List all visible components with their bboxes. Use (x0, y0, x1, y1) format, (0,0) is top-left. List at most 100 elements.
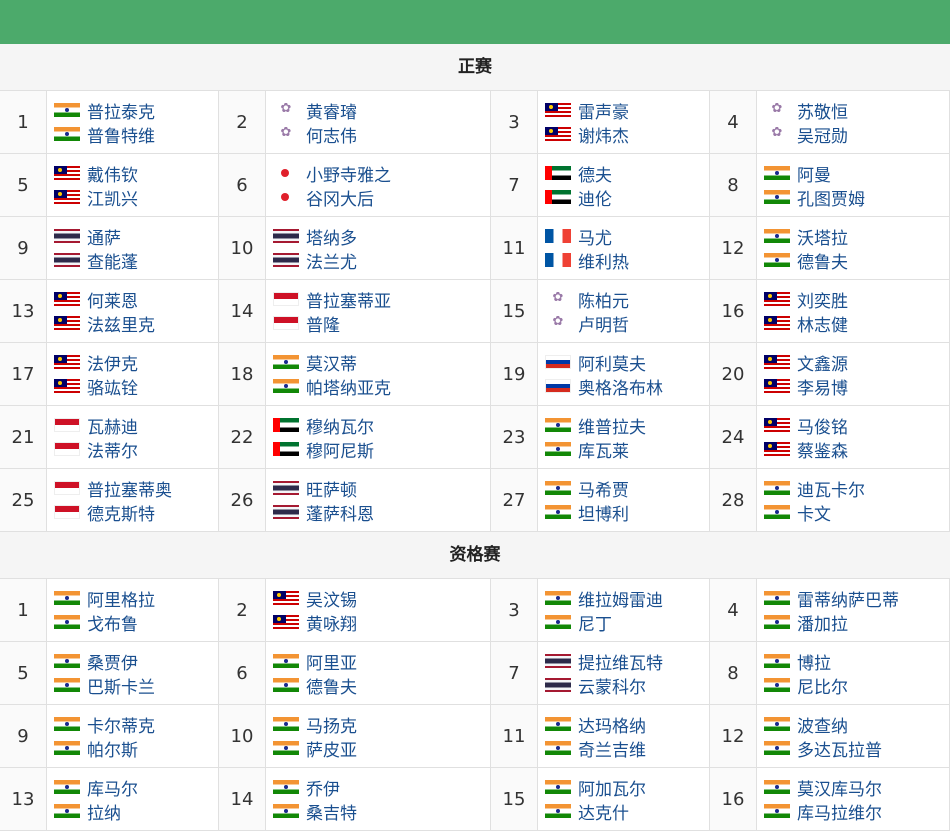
player-name[interactable]: 谢炜杰 (578, 122, 629, 147)
player-name[interactable]: 维利热 (578, 248, 629, 273)
player-name[interactable]: 陈柏元 (578, 287, 629, 312)
player-name[interactable]: 林志健 (797, 311, 848, 336)
seed-number: 19 (491, 343, 538, 406)
player-name[interactable]: 苏敬恒 (797, 98, 848, 123)
player-name[interactable]: 普拉泰克 (87, 98, 155, 123)
player-name[interactable]: 桑吉特 (306, 799, 357, 824)
player-row: 林志健 (764, 311, 949, 336)
player-name[interactable]: 库马尔 (87, 775, 138, 800)
player-name[interactable]: 普鲁特维 (87, 122, 155, 147)
player-name[interactable]: 卡文 (797, 500, 831, 525)
player-name[interactable]: 阿里格拉 (87, 586, 155, 611)
player-name[interactable]: 多达瓦拉普 (797, 736, 882, 761)
player-name[interactable]: 迪瓦卡尔 (797, 476, 865, 501)
player-name[interactable]: 雷蒂纳萨巴蒂 (797, 586, 899, 611)
player-name[interactable]: 通萨 (87, 224, 121, 249)
player-name[interactable]: 帕尔斯 (87, 736, 138, 761)
player-name[interactable]: 旺萨顿 (306, 476, 357, 501)
player-name[interactable]: 吴冠勋 (797, 122, 848, 147)
player-name[interactable]: 奥格洛布林 (578, 374, 663, 399)
player-name[interactable]: 普拉塞蒂奥 (87, 476, 172, 501)
player-name[interactable]: 乔伊 (306, 775, 340, 800)
player-name[interactable]: 达玛格纳 (578, 712, 646, 737)
player-row: 小野寺雅之 (273, 161, 490, 186)
player-name[interactable]: 阿里亚 (306, 649, 357, 674)
player-name[interactable]: 沃塔拉 (797, 224, 848, 249)
player-name[interactable]: 李易博 (797, 374, 848, 399)
player-name[interactable]: 孔图贾姆 (797, 185, 865, 210)
player-name[interactable]: 小野寺雅之 (306, 161, 391, 186)
player-name[interactable]: 维普拉夫 (578, 413, 646, 438)
player-name[interactable]: 塔纳多 (306, 224, 357, 249)
player-name[interactable]: 谷冈大后 (306, 185, 374, 210)
player-name[interactable]: 尼丁 (578, 610, 612, 635)
player-name[interactable]: 刘奕胜 (797, 287, 848, 312)
player-name[interactable]: 马扬克 (306, 712, 357, 737)
player-name[interactable]: 黄咏翔 (306, 610, 357, 635)
player-name[interactable]: 尼比尔 (797, 673, 848, 698)
player-name[interactable]: 莫汉蒂 (306, 350, 357, 375)
player-name[interactable]: 戈布鲁 (87, 610, 138, 635)
doubles-pair: 沃塔拉 德鲁夫 (757, 217, 950, 280)
player-name[interactable]: 卢明哲 (578, 311, 629, 336)
player-row: 骆竑铨 (54, 374, 218, 399)
player-name[interactable]: 法兰尤 (306, 248, 357, 273)
player-name[interactable]: 巴斯卡兰 (87, 673, 155, 698)
player-name[interactable]: 桑贾伊 (87, 649, 138, 674)
player-name[interactable]: 阿加瓦尔 (578, 775, 646, 800)
player-row: 拉纳 (54, 799, 218, 824)
player-name[interactable]: 马尤 (578, 224, 612, 249)
player-name[interactable]: 阿曼 (797, 161, 831, 186)
player-name[interactable]: 潘加拉 (797, 610, 848, 635)
player-name[interactable]: 帕塔纳亚克 (306, 374, 391, 399)
player-name[interactable]: 黄睿璿 (306, 98, 357, 123)
player-name[interactable]: 戴伟钦 (87, 161, 138, 186)
player-name[interactable]: 马俊铭 (797, 413, 848, 438)
player-name[interactable]: 法兹里克 (87, 311, 155, 336)
seed-number: 6 (219, 642, 266, 705)
player-name[interactable]: 江凯兴 (87, 185, 138, 210)
player-name[interactable]: 何志伟 (306, 122, 357, 147)
player-name[interactable]: 查能蓬 (87, 248, 138, 273)
player-row: 波查纳 (764, 712, 949, 737)
player-name[interactable]: 坦博利 (578, 500, 629, 525)
india-flag-icon (545, 780, 571, 794)
player-name[interactable]: 奇兰吉维 (578, 736, 646, 761)
player-name[interactable]: 云蒙科尔 (578, 673, 646, 698)
player-name[interactable]: 阿利莫夫 (578, 350, 646, 375)
seed-number: 7 (491, 642, 538, 705)
player-name[interactable]: 普隆 (306, 311, 340, 336)
player-name[interactable]: 普拉塞蒂亚 (306, 287, 391, 312)
player-name[interactable]: 德鲁夫 (797, 248, 848, 273)
player-name[interactable]: 吴汶锡 (306, 586, 357, 611)
player-name[interactable]: 蓬萨科恩 (306, 500, 374, 525)
player-name[interactable]: 萨皮亚 (306, 736, 357, 761)
player-name[interactable]: 迪伦 (578, 185, 612, 210)
player-name[interactable]: 德鲁夫 (306, 673, 357, 698)
player-name[interactable]: 骆竑铨 (87, 374, 138, 399)
player-name[interactable]: 何莱恩 (87, 287, 138, 312)
player-name[interactable]: 卡尔蒂克 (87, 712, 155, 737)
player-name[interactable]: 雷声豪 (578, 98, 629, 123)
player-name[interactable]: 维拉姆雷迪 (578, 586, 663, 611)
player-name[interactable]: 达克什 (578, 799, 629, 824)
player-name[interactable]: 德克斯特 (87, 500, 155, 525)
player-name[interactable]: 拉纳 (87, 799, 121, 824)
player-name[interactable]: 提拉维瓦特 (578, 649, 663, 674)
player-name[interactable]: 蔡鉴森 (797, 437, 848, 462)
player-name[interactable]: 瓦赫迪 (87, 413, 138, 438)
seed-number: 10 (219, 217, 266, 280)
player-name[interactable]: 法伊克 (87, 350, 138, 375)
player-name[interactable]: 法蒂尔 (87, 437, 138, 462)
player-name[interactable]: 博拉 (797, 649, 831, 674)
player-name[interactable]: 穆纳瓦尔 (306, 413, 374, 438)
player-name[interactable]: 德夫 (578, 161, 612, 186)
player-name[interactable]: 文鑫源 (797, 350, 848, 375)
player-name[interactable]: 库马拉维尔 (797, 799, 882, 824)
player-name[interactable]: 马希贾 (578, 476, 629, 501)
player-name[interactable]: 波查纳 (797, 712, 848, 737)
player-name[interactable]: 库瓦莱 (578, 437, 629, 462)
india-flag-icon (764, 505, 790, 519)
player-name[interactable]: 穆阿尼斯 (306, 437, 374, 462)
player-name[interactable]: 莫汉库马尔 (797, 775, 882, 800)
